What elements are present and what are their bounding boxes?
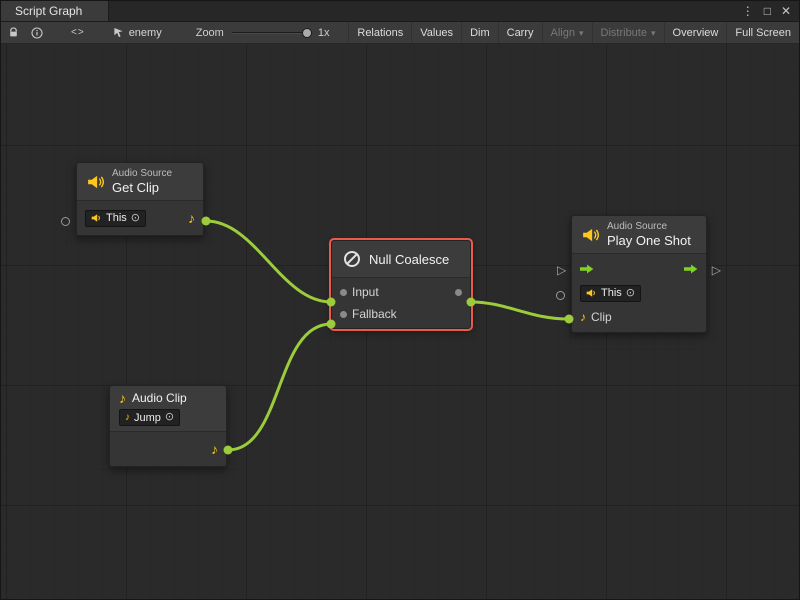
speaker-icon [586,288,597,298]
node-title: Play One Shot [607,233,691,248]
zoom-value: 1x [318,27,330,39]
caret-down-icon: ▾ [651,28,656,39]
audio-clip-icon: ♪ [580,311,586,323]
node-audio-clip[interactable]: ♪ Audio Clip ♪ Jump ⊙ ♪ [109,385,227,467]
zoom-slider-track[interactable] [232,32,312,34]
script-graph-window: Script Graph ⋮ □ ✕ <> enemy Zoom 1x Rela… [0,0,800,600]
zoom-slider-handle[interactable] [302,28,312,38]
this-object-field[interactable]: This ⊙ [580,285,641,302]
audio-clip-output-icon: ♪ [188,211,195,225]
node-header: Audio Source Play One Shot [572,216,706,253]
relations-button[interactable]: Relations [348,22,411,43]
titlebar: Script Graph ⋮ □ ✕ [1,1,799,22]
lock-icon[interactable] [1,22,25,43]
fullscreen-button[interactable]: Full Screen [726,22,799,43]
node-header: Null Coalesce [332,241,470,277]
note-icon: ♪ [125,413,130,423]
tab-title: Script Graph [15,4,82,18]
flow-output-arrow-icon[interactable] [684,264,698,274]
tab-script-graph[interactable]: Script Graph [1,1,109,21]
fallback-port[interactable] [340,311,347,318]
carry-button[interactable]: Carry [498,22,542,43]
node-body: This ⊙ ♪ [77,200,203,235]
node-category: Audio Source [112,168,172,180]
distribute-button[interactable]: Distribute▾ [592,22,664,43]
audio-source-icon [582,227,600,243]
speaker-icon [91,213,102,223]
node-body: ♪ [110,431,226,466]
flow-input-arrow-icon[interactable] [580,264,594,274]
audio-clip-object-field[interactable]: ♪ Jump ⊙ [119,409,180,426]
overview-button[interactable]: Overview [664,22,727,43]
flow-output-port[interactable]: ▷ [712,264,721,276]
zoom-label: Zoom [196,27,224,39]
node-body: This ⊙ ♪ Clip [572,253,706,332]
node-titles: Audio Source Get Clip [112,168,172,195]
node-null-coalesce[interactable]: Null Coalesce Input Fallback [331,240,471,329]
graph-breadcrumb: enemy [113,27,162,39]
values-button[interactable]: Values [411,22,461,43]
result-output-port[interactable] [455,289,462,296]
audio-source-icon [87,174,105,190]
pointer-icon [113,27,124,39]
audio-clip-icon: ♪ [119,391,126,405]
graph-name: enemy [129,27,162,39]
toolbar-buttons: Relations Values Dim Carry Align▾ Distri… [348,22,799,43]
object-picker-icon[interactable]: ⊙ [626,288,635,299]
null-coalesce-icon [342,249,362,269]
caret-down-icon: ▾ [579,28,584,39]
info-icon[interactable] [25,22,49,43]
align-button[interactable]: Align▾ [542,22,592,43]
wire-getclip-to-input[interactable] [206,221,331,302]
clip-label: Clip [591,310,612,324]
zoom-slider[interactable] [232,28,312,38]
this-value: This [601,287,622,299]
node-body: Input Fallback [332,277,470,328]
node-title: Audio Clip [132,391,187,405]
graph-canvas[interactable]: Audio Source Get Clip This ⊙ ♪ [1,44,800,600]
code-view-icon[interactable]: <> [71,27,85,38]
dim-button[interactable]: Dim [461,22,498,43]
node-header: Audio Source Get Clip [77,163,203,200]
audio-clip-output-icon: ♪ [211,442,218,456]
maximize-icon[interactable]: □ [764,5,771,17]
wire-nulloutput-to-clip[interactable] [471,302,569,319]
fallback-label: Fallback [352,307,397,321]
object-picker-icon[interactable]: ⊙ [131,213,140,224]
node-category: Audio Source [607,221,691,233]
window-controls: ⋮ □ ✕ [734,1,799,21]
input-port[interactable] [340,289,347,296]
menu-icon[interactable]: ⋮ [742,5,754,17]
node-get-clip[interactable]: Audio Source Get Clip This ⊙ ♪ [76,162,204,236]
node-header: ♪ Audio Clip ♪ Jump ⊙ [110,386,226,431]
object-picker-icon[interactable]: ⊙ [165,412,174,423]
node-title: Get Clip [112,180,172,195]
this-input-port[interactable] [61,217,70,226]
node-play-one-shot[interactable]: Audio Source Play One Shot This ⊙ [571,215,707,333]
this-input-port[interactable] [556,291,565,300]
input-label: Input [352,285,379,299]
wire-audioclip-to-fallback[interactable] [228,324,331,450]
this-object-field[interactable]: This ⊙ [85,210,146,227]
graph-toolbar: <> enemy Zoom 1x Relations Values Dim Ca… [1,22,799,44]
flow-input-port[interactable]: ▷ [557,264,566,276]
audio-clip-value: Jump [134,412,161,424]
this-value: This [106,212,127,224]
node-titles: Audio Source Play One Shot [607,221,691,248]
node-title: Null Coalesce [369,252,449,267]
close-icon[interactable]: ✕ [781,5,791,17]
